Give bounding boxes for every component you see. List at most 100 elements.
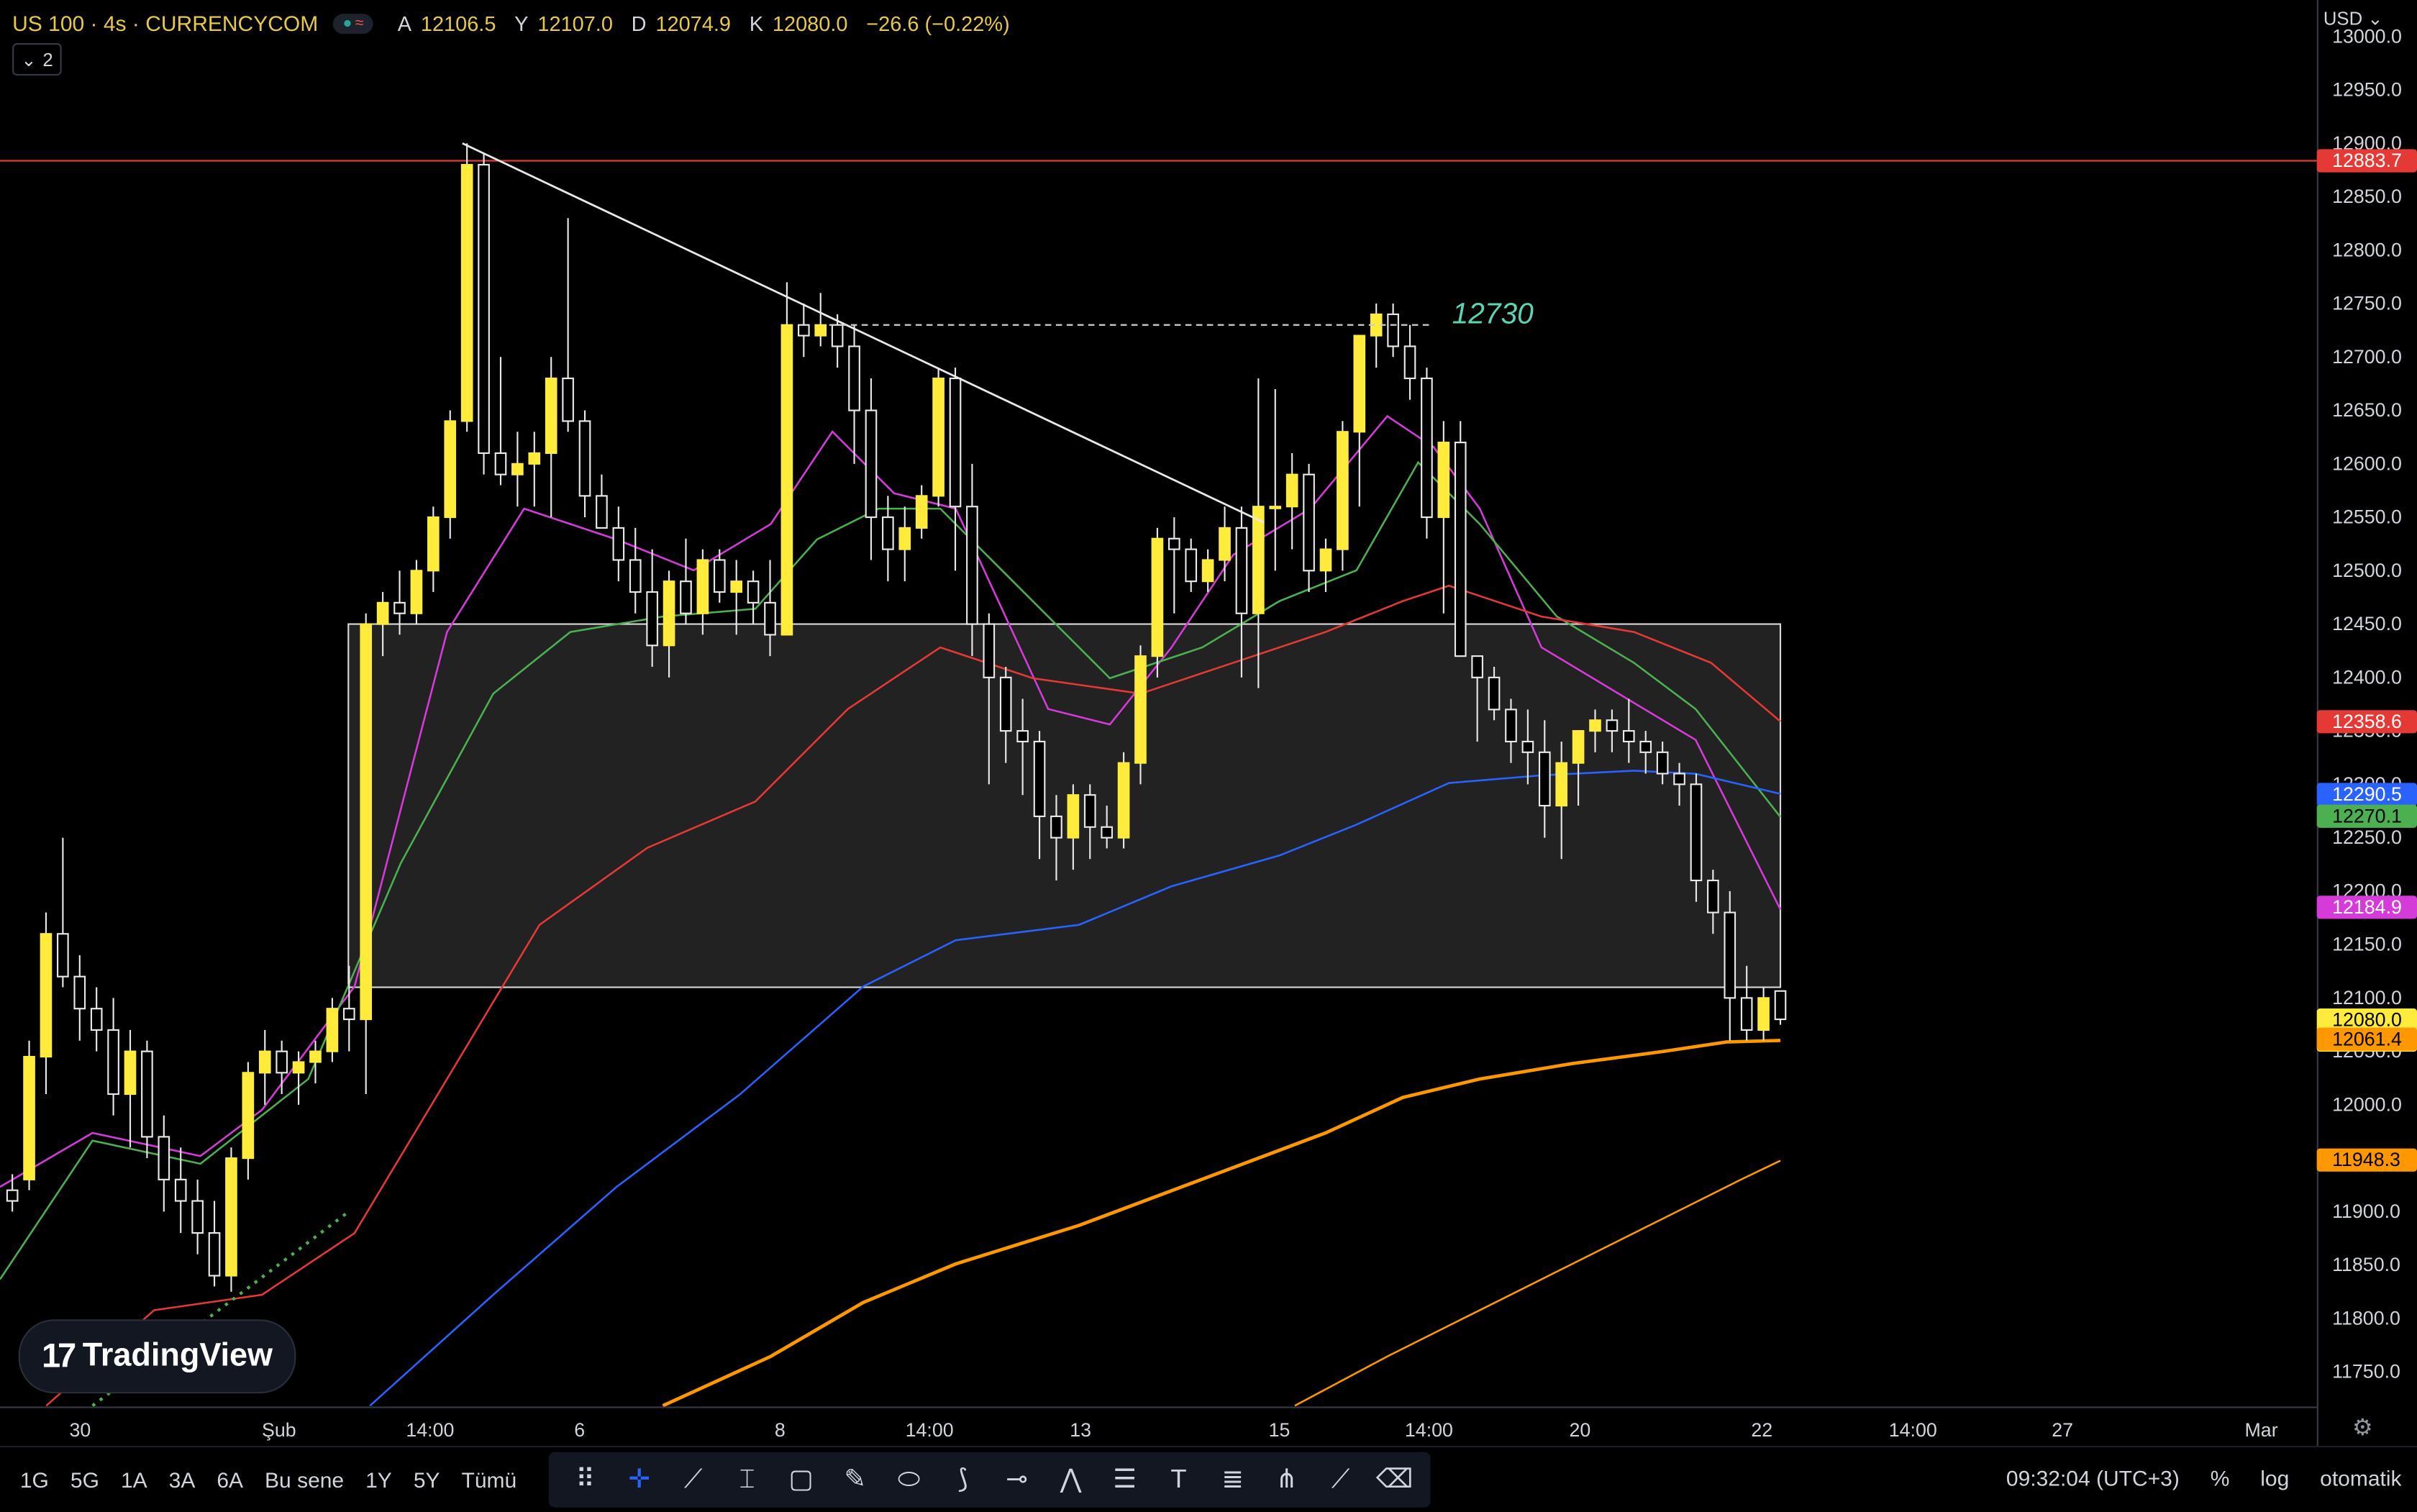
candle xyxy=(1370,304,1383,368)
time-axis-label: Mar xyxy=(2245,1419,2278,1441)
moving-average-line xyxy=(662,1039,1781,1408)
price-chart[interactable]: 12730 30 Şub 14:00 6 8 14:00 13 15 14:00 20 22 14:00… xyxy=(0,0,2417,1511)
bottom-toolbar: 1G 5G 1A 3A 6A Bu sene 1Y 5Y Tümü ⠿ ✛ ⟋ … xyxy=(0,1445,2417,1512)
candle xyxy=(1337,421,1349,571)
chevron-down-icon: ⌄ xyxy=(2362,7,2383,29)
candle xyxy=(562,218,574,432)
time-axis-label: 6 xyxy=(574,1419,585,1441)
candle xyxy=(780,282,793,636)
candle xyxy=(596,474,608,529)
candle xyxy=(1285,452,1298,550)
candle xyxy=(1151,527,1164,678)
candle xyxy=(1303,463,1315,593)
path-icon[interactable]: ⟆ xyxy=(936,1465,990,1495)
candle xyxy=(1167,517,1180,614)
candle xyxy=(747,570,760,624)
open-value: 12106.5 xyxy=(420,12,496,35)
level-annotation-label: 12730 xyxy=(1452,297,1534,330)
candle xyxy=(6,1174,19,1212)
candle xyxy=(528,432,541,507)
pen-icon[interactable]: ✎ xyxy=(828,1465,882,1495)
candle xyxy=(191,1179,204,1254)
ellipse-icon[interactable]: ⬭ xyxy=(882,1465,936,1495)
time-axis-label: 14:00 xyxy=(1889,1419,1937,1441)
range-1y[interactable]: 1Y xyxy=(355,1449,403,1511)
candle xyxy=(410,560,423,624)
gear-icon[interactable]: ⚙ xyxy=(2352,1413,2373,1441)
candle xyxy=(545,357,557,518)
chart-stage: 12730 30 Şub 14:00 6 8 14:00 13 15 14:00 20 22 14:00… xyxy=(0,0,2417,1512)
candle xyxy=(141,1040,153,1159)
time-axis-label: 13 xyxy=(1070,1419,1091,1441)
grid-dots-icon[interactable]: ⠿ xyxy=(558,1465,612,1495)
crosshair-icon[interactable]: ✛ xyxy=(612,1465,666,1495)
range-all[interactable]: Tümü xyxy=(451,1449,528,1511)
candle xyxy=(158,1115,170,1212)
vertical-measure-icon[interactable]: ⌶ xyxy=(720,1465,774,1495)
candle xyxy=(124,1029,137,1148)
candle xyxy=(90,987,103,1052)
indicators-collapse-button[interactable]: ⌄ 2 xyxy=(12,43,62,76)
range-5g[interactable]: 5G xyxy=(60,1449,110,1511)
tradingview-logo[interactable]: 17 TradingView xyxy=(18,1319,296,1394)
fib-icon[interactable]: ≣ xyxy=(1206,1465,1260,1495)
pitchfork-icon[interactable]: ⋔ xyxy=(1260,1465,1314,1495)
text-icon[interactable]: T xyxy=(1152,1465,1206,1495)
candle xyxy=(1437,421,1450,614)
candle xyxy=(427,506,440,593)
percent-toggle[interactable]: % xyxy=(2211,1466,2230,1490)
time-axis-label: 22 xyxy=(1751,1419,1772,1441)
range-6a[interactable]: 6A xyxy=(206,1449,254,1511)
wave-icon: ≈ xyxy=(355,14,364,32)
range-5y[interactable]: 5Y xyxy=(403,1449,451,1511)
candle xyxy=(1134,645,1147,785)
candle xyxy=(1387,304,1399,357)
candle xyxy=(578,410,591,518)
time-axis-label: 14:00 xyxy=(406,1419,454,1441)
candle xyxy=(444,410,457,539)
candle xyxy=(242,1062,255,1180)
horizontal-ray-icon[interactable]: ⊸ xyxy=(990,1465,1044,1495)
parallel-channel-icon[interactable]: ☰ xyxy=(1098,1465,1152,1495)
candle xyxy=(1219,506,1231,582)
candle xyxy=(511,432,524,507)
candle xyxy=(460,143,473,432)
candle xyxy=(478,154,490,475)
range-ytd[interactable]: Bu sene xyxy=(254,1449,355,1511)
market-status-pills[interactable]: ● ≈ xyxy=(333,13,373,34)
trend-line-icon[interactable]: ⟋ xyxy=(666,1465,720,1495)
candle xyxy=(1724,891,1736,1041)
log-toggle[interactable]: log xyxy=(2260,1466,2289,1490)
market-open-icon: ● xyxy=(342,14,352,32)
polyline-icon[interactable]: ⋀ xyxy=(1044,1465,1098,1495)
moving-average-line xyxy=(1294,1160,1781,1407)
candle xyxy=(898,506,911,582)
auto-toggle[interactable]: otomatik xyxy=(2320,1466,2401,1490)
candle xyxy=(1117,752,1130,849)
close-value: 12080.0 xyxy=(772,12,848,35)
range-3a[interactable]: 3A xyxy=(158,1449,206,1511)
candle xyxy=(1185,538,1198,593)
range-1a[interactable]: 1A xyxy=(110,1449,158,1511)
candle xyxy=(1353,334,1366,507)
candle xyxy=(932,368,945,507)
brush-icon[interactable]: ⟋ xyxy=(1314,1465,1367,1495)
symbol-title[interactable]: US 100 · 4s · CURRENCYCOM xyxy=(12,11,318,35)
range-1g[interactable]: 1G xyxy=(9,1449,60,1511)
logo-text: TradingView xyxy=(82,1338,273,1374)
time-axis-label: 30 xyxy=(70,1419,91,1441)
currency-selector[interactable]: USD ⌄ xyxy=(2323,8,2383,29)
candle xyxy=(225,1147,237,1292)
candle xyxy=(629,527,642,614)
candle xyxy=(40,912,53,1095)
time-axis-label: 20 xyxy=(1570,1419,1591,1441)
candle xyxy=(326,998,339,1062)
rectangle-icon[interactable]: ▢ xyxy=(774,1465,828,1495)
low-value: 12074.9 xyxy=(655,12,732,35)
time-axis-label: 14:00 xyxy=(906,1419,954,1441)
chevron-down-icon: ⌄ xyxy=(21,48,37,70)
candle xyxy=(1269,388,1282,571)
clock[interactable]: 09:32:04 (UTC+3) xyxy=(2006,1466,2180,1490)
eraser-icon[interactable]: ⌫ xyxy=(1367,1465,1421,1495)
candle xyxy=(258,1029,271,1105)
